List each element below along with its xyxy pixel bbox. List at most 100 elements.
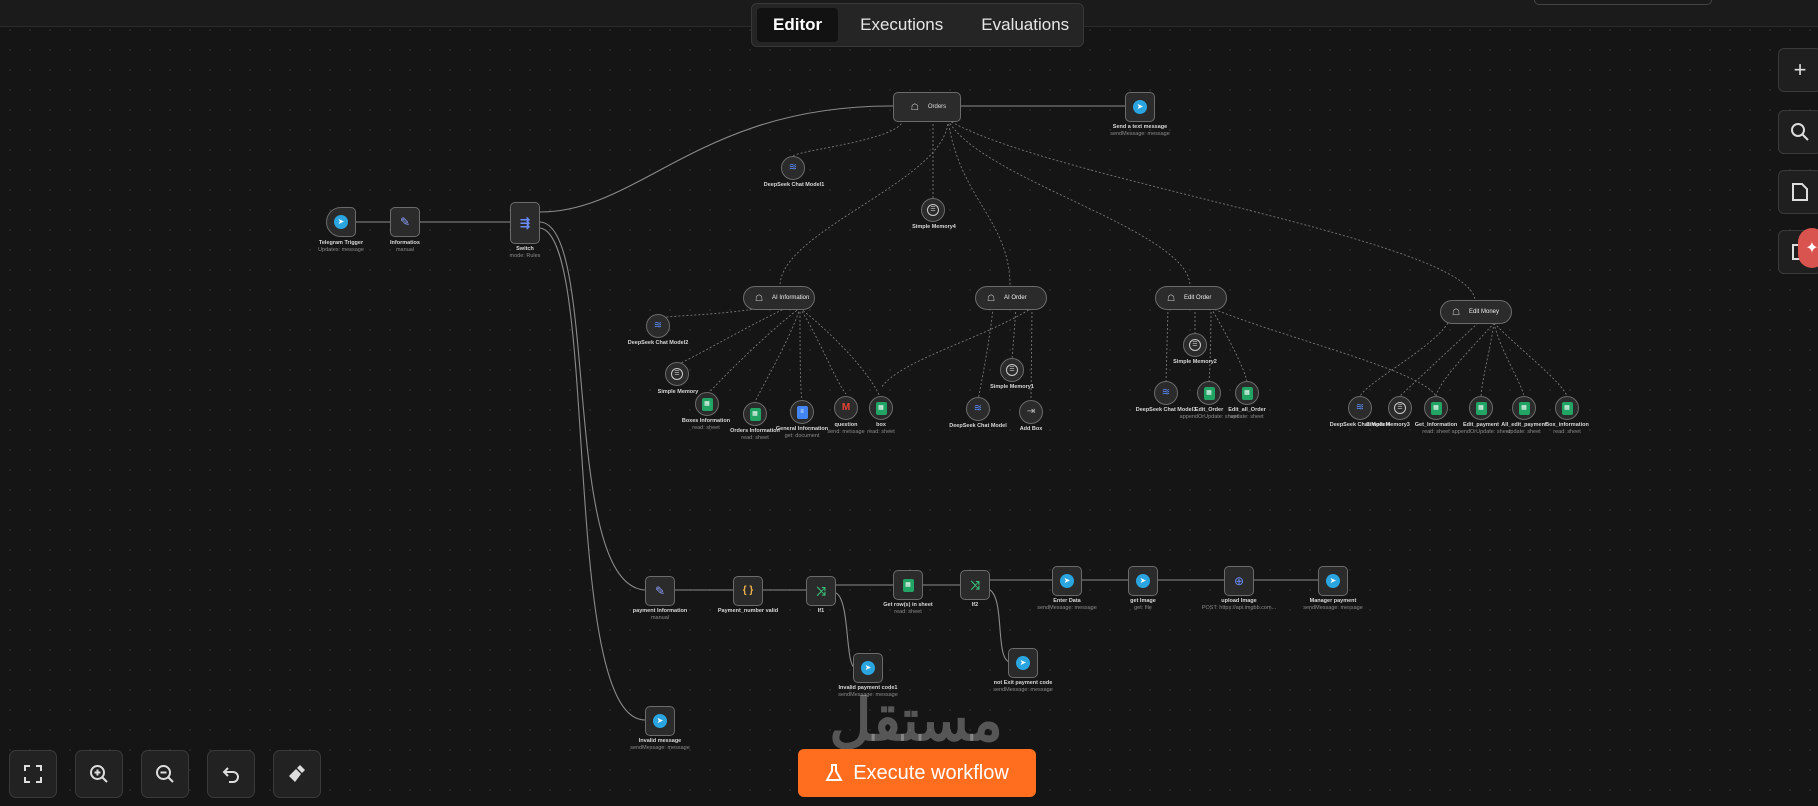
node-enter-data[interactable]: ➤	[1052, 566, 1082, 596]
search-nodes-button[interactable]	[1778, 110, 1818, 154]
node-edit-all-order[interactable]: ▦	[1235, 381, 1259, 405]
node-deepseek-model1[interactable]: ≋	[781, 156, 805, 180]
assistant-badge[interactable]: ✦	[1798, 228, 1818, 268]
node-box-information[interactable]: ▦	[1555, 396, 1579, 420]
node-orders[interactable]: ☖ Orders	[893, 92, 961, 122]
telegram-icon: ➤	[1016, 656, 1030, 670]
node-payment-number-valid[interactable]: { }	[733, 576, 763, 606]
node-edit-order[interactable]: ☖ Edit Order	[1155, 286, 1227, 310]
if-icon: ⤨	[816, 584, 826, 598]
node-deepseek-model3[interactable]: ≋	[1154, 381, 1178, 405]
memory-icon: ☰	[927, 204, 939, 216]
add-node-button[interactable]: +	[1778, 48, 1818, 92]
globe-icon: ⊕	[1233, 574, 1245, 588]
node-send-text-message[interactable]: ➤	[1125, 92, 1155, 122]
telegram-icon: ➤	[1060, 574, 1074, 588]
node-ai-order[interactable]: ☖ AI Order	[975, 286, 1047, 310]
node-simple-memory4[interactable]: ☰	[921, 198, 945, 222]
node-switch[interactable]: ⇶	[510, 202, 540, 244]
execute-workflow-label: Execute workflow	[853, 761, 1009, 784]
node-title: DeepSeek Chat Model2	[627, 340, 689, 346]
agent-icon: ☖	[754, 292, 764, 303]
node-telegram-trigger[interactable]: ➤	[326, 207, 356, 237]
node-question[interactable]: M	[834, 396, 858, 420]
node-if1[interactable]: ⤨	[806, 576, 836, 606]
node-upload-image[interactable]: ⊕	[1224, 566, 1254, 596]
add-sticky-note-button[interactable]	[1778, 170, 1818, 214]
node-not-exit-payment-code[interactable]: ➤	[1008, 648, 1038, 678]
deepseek-icon: ≋	[1355, 402, 1365, 413]
node-general-information[interactable]: ≡	[790, 400, 814, 424]
node-subtitle: read: sheet	[867, 428, 895, 435]
node-subtitle: update: sheet	[1230, 413, 1264, 420]
sheets-icon: ▦	[902, 578, 914, 592]
node-deepseek-model[interactable]: ≋	[966, 397, 990, 421]
telegram-icon: ➤	[334, 215, 348, 229]
deepseek-icon: ≋	[1161, 387, 1171, 398]
node-informations[interactable]: ✎	[390, 207, 420, 237]
node-get-information[interactable]: ▦	[1424, 396, 1448, 420]
telegram-icon: ➤	[1326, 574, 1340, 588]
node-simple-memory[interactable]: ☰	[665, 362, 689, 386]
node-deepseek-model2[interactable]: ≋	[646, 314, 670, 338]
zoom-out-button[interactable]	[141, 750, 189, 798]
edit-icon: ✎	[654, 584, 666, 598]
node-boxes-information[interactable]: ▦	[695, 392, 719, 416]
node-simple-memory1[interactable]: ☰	[1000, 358, 1024, 382]
node-edit-payment[interactable]: ▦	[1469, 396, 1493, 420]
memory-icon: ☰	[1394, 402, 1406, 414]
zoom-in-icon	[90, 765, 108, 783]
node-invalid-payment-code1[interactable]: ➤	[853, 653, 883, 683]
node-subtitle: read: sheet	[894, 608, 922, 615]
node-title: Simple Memory4	[912, 224, 956, 230]
agent-icon: ☖	[1451, 306, 1461, 317]
plus-icon: +	[1793, 57, 1807, 82]
tidy-up-button[interactable]	[273, 750, 321, 798]
sheets-icon: ▦	[1561, 401, 1573, 415]
node-simple-memory2[interactable]: ☰	[1183, 333, 1207, 357]
undo-button[interactable]	[207, 750, 255, 798]
sheets-icon: ▦	[1430, 401, 1442, 415]
zoom-out-icon	[156, 765, 174, 783]
telegram-icon: ➤	[861, 661, 875, 675]
agent-icon: ☖	[986, 292, 996, 303]
node-add-box[interactable]: ⇥	[1019, 400, 1043, 424]
sticky-note-icon	[1792, 183, 1808, 201]
node-orders-information[interactable]: ▦	[743, 402, 767, 426]
node-edit-order-tool[interactable]: ▦	[1197, 381, 1221, 405]
node-edit-money[interactable]: ☖ Edit Money	[1440, 300, 1512, 324]
switch-icon: ⇶	[519, 216, 531, 230]
telegram-icon: ➤	[1136, 574, 1150, 588]
execute-workflow-button[interactable]: Execute workflow	[798, 749, 1036, 797]
node-payment-information[interactable]: ✎	[645, 576, 675, 606]
node-box[interactable]: ▦	[869, 396, 893, 420]
node-title: Add Box	[1019, 426, 1043, 432]
node-invalid-message[interactable]: ➤	[645, 706, 675, 736]
telegram-icon: ➤	[1133, 100, 1147, 114]
node-title: DeepSeek Chat Model1	[763, 182, 825, 188]
sheets-icon: ▦	[1203, 386, 1215, 400]
agent-icon: ☖	[1166, 292, 1176, 303]
node-manager-payment[interactable]: ➤	[1318, 566, 1348, 596]
node-get-rows-in-sheet[interactable]: ▦	[893, 570, 923, 600]
node-all-edit-payment[interactable]: ▦	[1512, 396, 1536, 420]
node-subtitle: manual	[395, 246, 415, 253]
if-icon: ⤨	[970, 578, 980, 592]
node-get-image[interactable]: ➤	[1128, 566, 1158, 596]
node-title: Edit Order	[1184, 295, 1212, 301]
node-deepseek-model4[interactable]: ≋	[1348, 396, 1372, 420]
zoom-in-button[interactable]	[75, 750, 123, 798]
sparkle-icon: ✦	[1805, 240, 1818, 257]
node-simple-memory3[interactable]: ☰	[1388, 396, 1412, 420]
node-subtitle: sendMessage: message	[1303, 604, 1363, 611]
node-if2[interactable]: ⤨	[960, 570, 990, 600]
docs-icon: ≡	[796, 405, 808, 419]
node-ai-information[interactable]: ☖ AI Information	[743, 286, 815, 310]
node-subtitle: sendMessage: message	[630, 744, 690, 751]
fit-view-button[interactable]	[9, 750, 57, 798]
memory-icon: ☰	[671, 368, 683, 380]
agent-icon: ☖	[910, 101, 919, 112]
node-subtitle: POST: https://api.imgbb.com...	[1201, 604, 1277, 611]
telegram-icon: ➤	[653, 714, 667, 728]
sheets-icon: ▦	[1518, 401, 1530, 415]
